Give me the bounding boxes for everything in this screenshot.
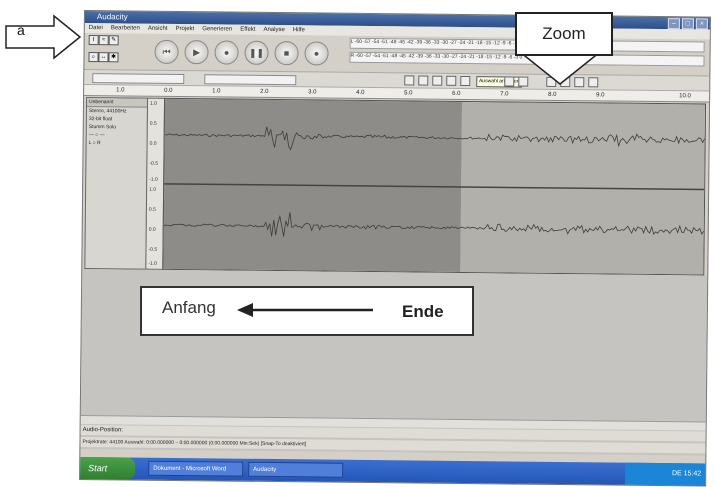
loop-icon[interactable]: ● [214, 40, 239, 65]
tools-toolbar: I ≈ ✎ ⌕ ↔ ✱ [88, 35, 119, 67]
taskbar: Start Dokument - Microsoft Word Audacity… [80, 456, 706, 486]
menu-effect[interactable]: Effekt [240, 25, 255, 35]
pause-icon[interactable]: ❚❚ [244, 40, 269, 65]
ruler-tick: 5.0 [404, 90, 413, 97]
scale-label: 0.0 [148, 226, 156, 233]
skip-start-icon[interactable]: ⏮ [154, 39, 179, 64]
scale-label: 0.5 [148, 206, 156, 213]
ruler-tick: 0.0 [164, 87, 173, 94]
scale-label: -1.0 [148, 260, 158, 267]
zoom-label: Zoom [542, 24, 586, 43]
waveform-svg [163, 98, 706, 275]
draw-tool-icon[interactable]: ✎ [108, 35, 119, 46]
zoom-callout: Zoom [515, 12, 613, 56]
zoom-pointer-shape [517, 51, 603, 85]
close-button[interactable]: × [695, 18, 708, 30]
solo-button[interactable]: Solo [106, 124, 116, 130]
record-icon[interactable]: ● [304, 41, 329, 66]
volume-slider[interactable] [92, 73, 185, 85]
arrow-left-icon [237, 303, 373, 317]
menu-generate[interactable]: Generieren [202, 24, 232, 34]
system-tray: DE 15:42 [625, 462, 706, 486]
waveform-area[interactable] [162, 97, 707, 276]
ruler-tick: 10.0 [679, 93, 691, 100]
menu-help[interactable]: Hilfe [293, 25, 305, 35]
track-control-panel: Unbenannt Stereo, 44100Hz 32-bit float S… [84, 97, 149, 270]
transport-toolbar: ⏮ ▶ ● ❚❚ ■ ● [154, 39, 329, 66]
label-a: a [17, 22, 25, 38]
ruler-tick: 3.0 [308, 89, 317, 96]
menu-project[interactable]: Projekt [175, 24, 195, 34]
ruler-tick: 7.0 [500, 91, 509, 98]
window-controls: – □ × [667, 18, 708, 30]
cut-icon[interactable] [404, 75, 415, 86]
window-title: Audacity [96, 12, 128, 22]
ruler-tick: 8.0 [548, 91, 557, 98]
scale-label: 0.5 [149, 120, 157, 127]
multi-tool-icon[interactable]: ✱ [108, 52, 119, 63]
scale-label: 1.0 [149, 186, 157, 193]
ruler-tick: 2.0 [260, 88, 269, 95]
mute-button[interactable]: Stumm [89, 124, 105, 130]
ruler-tick: 4.0 [356, 89, 365, 96]
input-volume-slider[interactable] [204, 74, 297, 86]
pan-slider[interactable]: L ○ R [87, 139, 147, 148]
scale-label: -0.5 [149, 160, 159, 167]
minimize-button[interactable]: – [667, 18, 680, 30]
end-label: Ende [402, 302, 444, 321]
stop-icon[interactable]: ■ [274, 40, 299, 66]
menu-analyze[interactable]: Analyse [263, 25, 284, 35]
start-button[interactable]: Start [80, 456, 136, 480]
play-icon[interactable]: ▶ [184, 40, 209, 65]
scale-label: -1.0 [149, 176, 158, 183]
scale-label: -0.5 [148, 246, 158, 253]
ruler-tick: 1.0 [212, 88, 221, 95]
menu-file[interactable]: Datei [89, 23, 103, 33]
start-label: Anfang [162, 298, 216, 317]
taskbar-item-word[interactable]: Dokument - Microsoft Word [148, 460, 244, 477]
menu-edit[interactable]: Bearbeiten [111, 23, 140, 33]
maximize-button[interactable]: □ [681, 18, 694, 30]
scale-label: 0.0 [149, 140, 157, 147]
direction-callout: Anfang Ende [140, 286, 474, 336]
ruler-tick: 6.0 [452, 90, 461, 97]
ruler-tick: 9.0 [596, 92, 605, 99]
envelope-tool-icon[interactable]: ≈ [98, 35, 109, 46]
zoom-pointer [517, 51, 603, 85]
ruler-tick: 1.0 [116, 87, 125, 94]
scale-label: 1.0 [149, 100, 158, 107]
copy-icon[interactable] [418, 75, 429, 86]
taskbar-item-audacity[interactable]: Audacity [248, 461, 344, 478]
zoom-tool-icon[interactable]: ⌕ [88, 52, 99, 63]
selection-tool-icon[interactable]: I [88, 35, 99, 46]
menu-view[interactable]: Ansicht [148, 24, 168, 34]
timeshift-tool-icon[interactable]: ↔ [98, 52, 109, 63]
